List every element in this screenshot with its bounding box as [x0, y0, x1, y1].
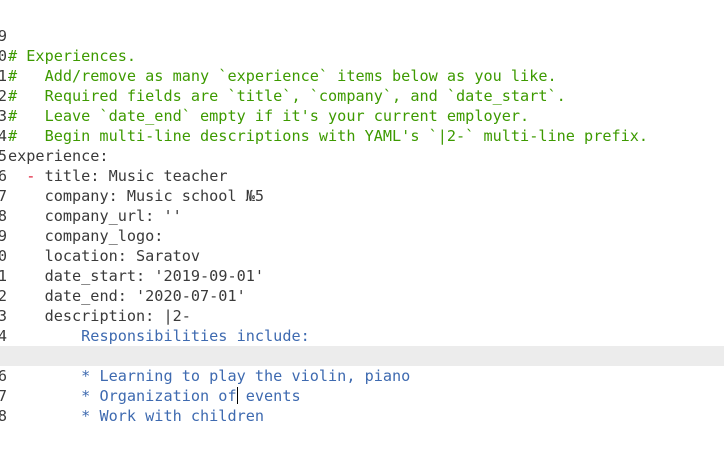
block-scalar-text: * Work with children — [81, 407, 265, 425]
code-line[interactable]: 5 - title: Music teacher — [0, 126, 724, 185]
code-line[interactable]: 0 date_start: '2019-09-01' — [0, 226, 724, 285]
code-line[interactable]: 9 location: Saratov — [0, 206, 724, 265]
code-editor[interactable]: 9 # Experiences. 0 # Add/remove as many … — [0, 0, 724, 425]
code-line[interactable]: 1 # Required fields are `title`, `compan… — [0, 46, 724, 105]
code-line[interactable]: 9 # Experiences. — [0, 6, 724, 65]
code-line[interactable]: 3 # Begin multi-line descriptions with Y… — [0, 86, 724, 145]
code-line[interactable]: 8 company_logo: — [0, 186, 724, 245]
code-line[interactable]: 7 company_url: '' — [0, 166, 724, 225]
code-line[interactable]: 4 — [0, 306, 724, 345]
code-line[interactable]: 5 * Learning to play the violin, piano — [0, 326, 724, 385]
code-line[interactable]: 1 date_end: '2020-07-01' — [0, 246, 724, 305]
code-line[interactable]: 2 # Leave `date_end` empty if it's your … — [0, 66, 724, 125]
line-number: 8 — [0, 407, 7, 425]
code-line[interactable]: 0 # Add/remove as many `experience` item… — [0, 26, 724, 85]
code-line[interactable]: 3 Responsibilities include: — [0, 286, 724, 345]
code-line[interactable]: 4 experience: — [0, 106, 724, 165]
code-line[interactable]: 7 * Work with children — [0, 366, 724, 425]
code-line[interactable]: 8 — [0, 386, 724, 425]
current-line[interactable]: 6 * Organization of events — [0, 346, 724, 405]
code-line[interactable]: 6 company: Music school №5 — [0, 146, 724, 205]
code-line[interactable]: 2 description: |2- — [0, 266, 724, 325]
